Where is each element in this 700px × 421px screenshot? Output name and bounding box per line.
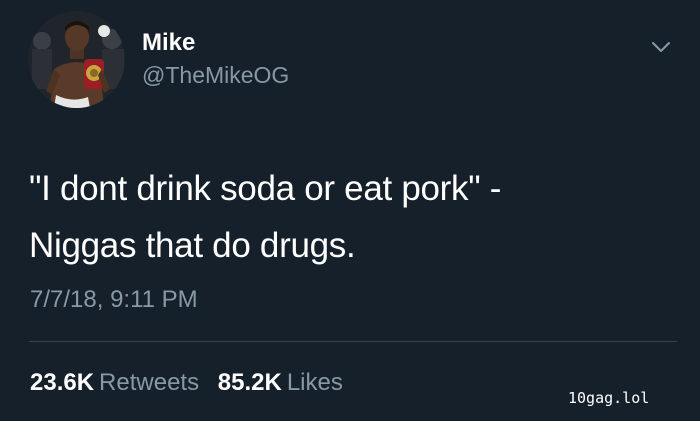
retweets-label: Retweets: [99, 369, 200, 396]
tweet-text-line: "I dont drink soda or eat pork" -: [29, 169, 502, 208]
likes-label: Likes: [286, 369, 343, 396]
tweet-card: Mike @TheMikeOG "I dont drink soda or ea…: [0, 0, 700, 421]
watermark: 10gag.lol: [568, 389, 650, 407]
tweet-text: "I dont drink soda or eat pork" - Niggas…: [29, 160, 501, 274]
tweet-text-line: Niggas that do drugs.: [29, 226, 356, 265]
author-handle[interactable]: @TheMikeOG: [142, 60, 289, 90]
tweet-stats: 23.6K Retweets 85.2K Likes: [30, 367, 343, 399]
divider: [29, 341, 677, 342]
author-name[interactable]: Mike: [142, 28, 195, 58]
avatar[interactable]: [28, 11, 125, 108]
retweets-stat[interactable]: 23.6K Retweets: [30, 367, 199, 399]
retweets-count: 23.6K: [30, 369, 95, 396]
chevron-down-icon[interactable]: [648, 34, 674, 60]
boxer-avatar-image: [28, 11, 125, 108]
likes-count: 85.2K: [217, 369, 282, 396]
likes-stat[interactable]: 85.2K Likes: [218, 367, 343, 399]
tweet-timestamp[interactable]: 7/7/18, 9:11 PM: [30, 284, 198, 316]
